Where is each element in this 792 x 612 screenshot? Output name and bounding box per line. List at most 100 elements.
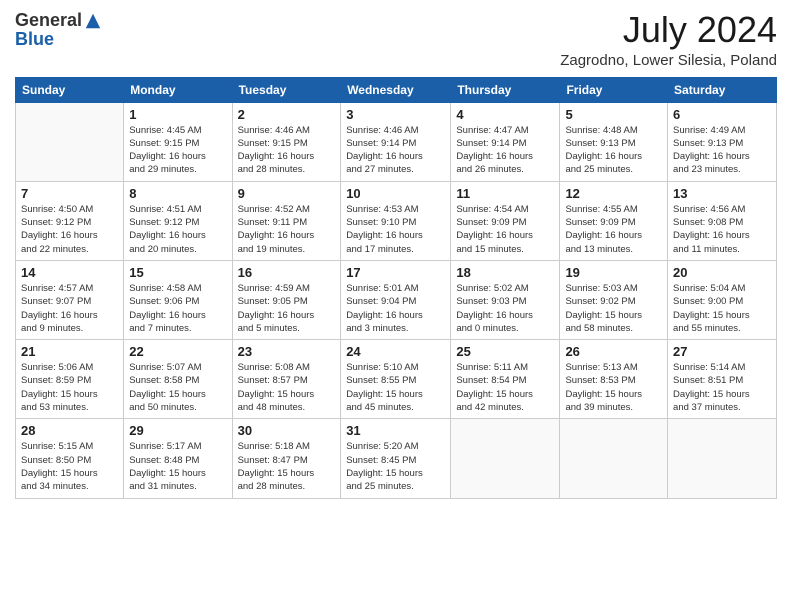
calendar-cell: 15 Sunrise: 4:58 AM Sunset: 9:06 PM Dayli… (124, 260, 232, 339)
day-number: 2 (238, 107, 336, 122)
location-subtitle: Zagrodno, Lower Silesia, Poland (560, 52, 777, 69)
day-info: Sunrise: 4:51 AM Sunset: 9:12 PM Dayligh… (129, 203, 226, 256)
day-number: 17 (346, 265, 445, 280)
calendar-header-row: SundayMondayTuesdayWednesdayThursdayFrid… (16, 77, 777, 102)
day-info: Sunrise: 4:48 AM Sunset: 9:13 PM Dayligh… (565, 124, 662, 177)
calendar-cell: 16 Sunrise: 4:59 AM Sunset: 9:05 PM Dayli… (232, 260, 341, 339)
day-number: 14 (21, 265, 118, 280)
day-number: 28 (21, 423, 118, 438)
logo-general-text: General (15, 10, 82, 31)
day-info: Sunrise: 5:13 AM Sunset: 8:53 PM Dayligh… (565, 361, 662, 414)
calendar-cell: 31Sunrise: 5:20 AM Sunset: 8:45 PM Dayli… (341, 419, 451, 498)
calendar-cell: 19 Sunrise: 5:03 AM Sunset: 9:02 PM Dayli… (560, 260, 668, 339)
day-info: Sunrise: 5:04 AM Sunset: 9:00 PM Dayligh… (673, 282, 771, 335)
day-info: Sunrise: 4:46 AM Sunset: 9:14 PM Dayligh… (346, 124, 445, 177)
day-info: Sunrise: 4:53 AM Sunset: 9:10 PM Dayligh… (346, 203, 445, 256)
day-info: Sunrise: 5:18 AM Sunset: 8:47 PM Dayligh… (238, 440, 336, 493)
calendar-week-row: 14 Sunrise: 4:57 AM Sunset: 9:07 PM Dayli… (16, 260, 777, 339)
day-number: 9 (238, 186, 336, 201)
calendar-cell: 21Sunrise: 5:06 AM Sunset: 8:59 PM Dayli… (16, 340, 124, 419)
col-header-friday: Friday (560, 77, 668, 102)
day-info: Sunrise: 4:46 AM Sunset: 9:15 PM Dayligh… (238, 124, 336, 177)
logo-icon (84, 12, 102, 30)
calendar-week-row: 21Sunrise: 5:06 AM Sunset: 8:59 PM Dayli… (16, 340, 777, 419)
calendar-cell: 17Sunrise: 5:01 AM Sunset: 9:04 PM Dayli… (341, 260, 451, 339)
calendar-cell: 28 Sunrise: 5:15 AM Sunset: 8:50 PM Dayli… (16, 419, 124, 498)
col-header-thursday: Thursday (451, 77, 560, 102)
calendar-cell: 30Sunrise: 5:18 AM Sunset: 8:47 PM Dayli… (232, 419, 341, 498)
day-number: 15 (129, 265, 226, 280)
day-info: Sunrise: 4:54 AM Sunset: 9:09 PM Dayligh… (456, 203, 554, 256)
calendar-week-row: 28 Sunrise: 5:15 AM Sunset: 8:50 PM Dayli… (16, 419, 777, 498)
calendar-week-row: 7Sunrise: 4:50 AM Sunset: 9:12 PM Daylig… (16, 181, 777, 260)
day-number: 16 (238, 265, 336, 280)
day-info: Sunrise: 5:07 AM Sunset: 8:58 PM Dayligh… (129, 361, 226, 414)
calendar-cell: 20 Sunrise: 5:04 AM Sunset: 9:00 PM Dayli… (668, 260, 777, 339)
day-number: 27 (673, 344, 771, 359)
day-info: Sunrise: 5:15 AM Sunset: 8:50 PM Dayligh… (21, 440, 118, 493)
col-header-wednesday: Wednesday (341, 77, 451, 102)
calendar-cell (668, 419, 777, 498)
calendar-cell: 25 Sunrise: 5:11 AM Sunset: 8:54 PM Dayli… (451, 340, 560, 419)
day-number: 1 (129, 107, 226, 122)
day-info: Sunrise: 4:57 AM Sunset: 9:07 PM Dayligh… (21, 282, 118, 335)
day-info: Sunrise: 4:56 AM Sunset: 9:08 PM Dayligh… (673, 203, 771, 256)
day-info: Sunrise: 4:55 AM Sunset: 9:09 PM Dayligh… (565, 203, 662, 256)
calendar-cell (451, 419, 560, 498)
day-number: 23 (238, 344, 336, 359)
day-info: Sunrise: 4:58 AM Sunset: 9:06 PM Dayligh… (129, 282, 226, 335)
calendar-cell: 18 Sunrise: 5:02 AM Sunset: 9:03 PM Dayli… (451, 260, 560, 339)
day-info: Sunrise: 5:08 AM Sunset: 8:57 PM Dayligh… (238, 361, 336, 414)
day-number: 18 (456, 265, 554, 280)
calendar-cell: 12 Sunrise: 4:55 AM Sunset: 9:09 PM Dayli… (560, 181, 668, 260)
day-number: 3 (346, 107, 445, 122)
day-number: 19 (565, 265, 662, 280)
calendar-cell: 7Sunrise: 4:50 AM Sunset: 9:12 PM Daylig… (16, 181, 124, 260)
day-info: Sunrise: 4:45 AM Sunset: 9:15 PM Dayligh… (129, 124, 226, 177)
day-info: Sunrise: 4:49 AM Sunset: 9:13 PM Dayligh… (673, 124, 771, 177)
day-info: Sunrise: 5:17 AM Sunset: 8:48 PM Dayligh… (129, 440, 226, 493)
calendar-cell: 22Sunrise: 5:07 AM Sunset: 8:58 PM Dayli… (124, 340, 232, 419)
calendar-cell: 2 Sunrise: 4:46 AM Sunset: 9:15 PM Daylig… (232, 102, 341, 181)
day-number: 20 (673, 265, 771, 280)
day-number: 5 (565, 107, 662, 122)
day-info: Sunrise: 4:50 AM Sunset: 9:12 PM Dayligh… (21, 203, 118, 256)
calendar-cell: 14 Sunrise: 4:57 AM Sunset: 9:07 PM Dayli… (16, 260, 124, 339)
calendar-cell: 1 Sunrise: 4:45 AM Sunset: 9:15 PM Daylig… (124, 102, 232, 181)
calendar-cell: 5 Sunrise: 4:48 AM Sunset: 9:13 PM Daylig… (560, 102, 668, 181)
col-header-saturday: Saturday (668, 77, 777, 102)
logo: General Blue (15, 10, 102, 50)
calendar-cell: 10 Sunrise: 4:53 AM Sunset: 9:10 PM Dayli… (341, 181, 451, 260)
day-number: 4 (456, 107, 554, 122)
day-info: Sunrise: 4:59 AM Sunset: 9:05 PM Dayligh… (238, 282, 336, 335)
day-number: 6 (673, 107, 771, 122)
calendar-cell: 3 Sunrise: 4:46 AM Sunset: 9:14 PM Daylig… (341, 102, 451, 181)
day-info: Sunrise: 4:52 AM Sunset: 9:11 PM Dayligh… (238, 203, 336, 256)
day-number: 11 (456, 186, 554, 201)
day-info: Sunrise: 5:20 AM Sunset: 8:45 PM Dayligh… (346, 440, 445, 493)
day-info: Sunrise: 5:14 AM Sunset: 8:51 PM Dayligh… (673, 361, 771, 414)
day-number: 25 (456, 344, 554, 359)
title-block: July 2024 Zagrodno, Lower Silesia, Polan… (560, 10, 777, 69)
calendar-week-row: 1 Sunrise: 4:45 AM Sunset: 9:15 PM Daylig… (16, 102, 777, 181)
day-number: 24 (346, 344, 445, 359)
calendar-cell: 27 Sunrise: 5:14 AM Sunset: 8:51 PM Dayli… (668, 340, 777, 419)
page: General Blue July 2024 Zagrodno, Lower S… (0, 0, 792, 612)
calendar-cell (16, 102, 124, 181)
calendar-cell: 4 Sunrise: 4:47 AM Sunset: 9:14 PM Daylig… (451, 102, 560, 181)
day-number: 10 (346, 186, 445, 201)
calendar-table: SundayMondayTuesdayWednesdayThursdayFrid… (15, 77, 777, 499)
calendar-cell: 6 Sunrise: 4:49 AM Sunset: 9:13 PM Daylig… (668, 102, 777, 181)
day-number: 12 (565, 186, 662, 201)
col-header-monday: Monday (124, 77, 232, 102)
calendar-cell (560, 419, 668, 498)
month-year-title: July 2024 (560, 10, 777, 50)
day-info: Sunrise: 5:06 AM Sunset: 8:59 PM Dayligh… (21, 361, 118, 414)
calendar-cell: 29Sunrise: 5:17 AM Sunset: 8:48 PM Dayli… (124, 419, 232, 498)
day-info: Sunrise: 5:03 AM Sunset: 9:02 PM Dayligh… (565, 282, 662, 335)
day-info: Sunrise: 5:11 AM Sunset: 8:54 PM Dayligh… (456, 361, 554, 414)
calendar-cell: 23 Sunrise: 5:08 AM Sunset: 8:57 PM Dayli… (232, 340, 341, 419)
day-info: Sunrise: 4:47 AM Sunset: 9:14 PM Dayligh… (456, 124, 554, 177)
day-info: Sunrise: 5:02 AM Sunset: 9:03 PM Dayligh… (456, 282, 554, 335)
logo-blue-text: Blue (15, 29, 54, 50)
